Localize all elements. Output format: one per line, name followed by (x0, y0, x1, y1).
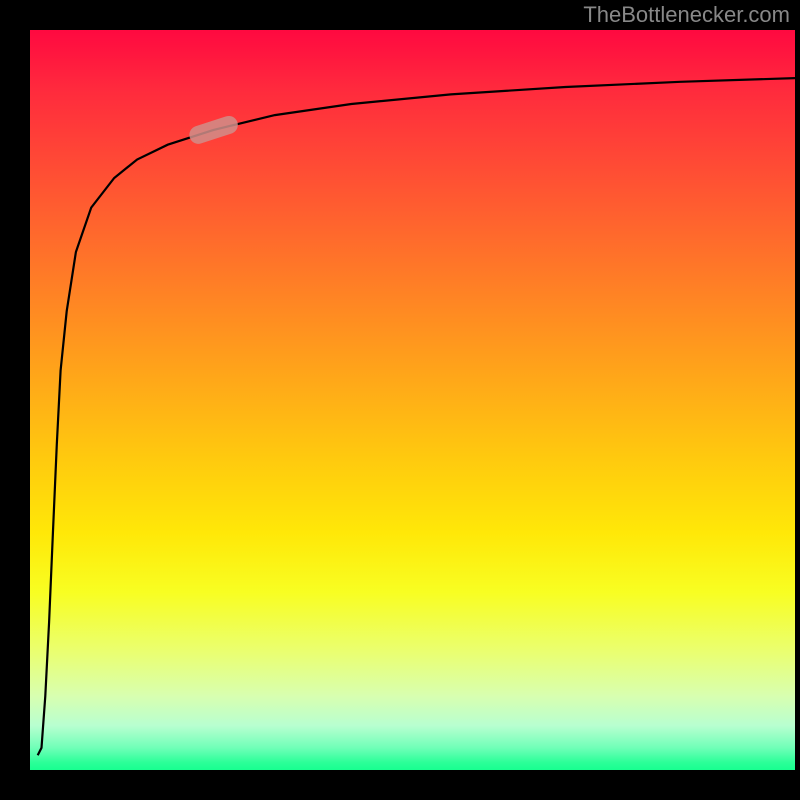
chart-plot-area (30, 30, 795, 770)
bottleneck-curve (30, 30, 795, 770)
highlight-marker (30, 30, 795, 770)
watermark-text: TheBottlenecker.com (583, 2, 790, 28)
